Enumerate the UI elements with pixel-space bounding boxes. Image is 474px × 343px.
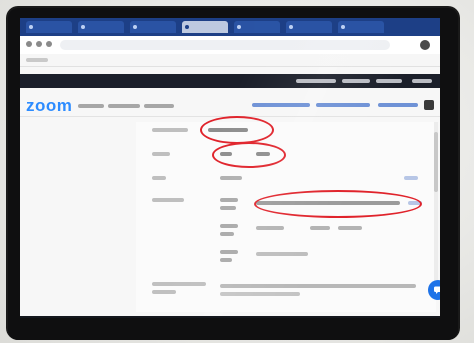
field-label [152, 198, 184, 202]
description-value [220, 292, 300, 296]
top-bar-link[interactable] [342, 79, 370, 83]
browser-tab[interactable] [26, 21, 72, 33]
field-value [256, 252, 308, 256]
breadcrumb [144, 104, 174, 108]
sub-label [220, 198, 238, 202]
bookmarks-bar [20, 54, 440, 67]
browser-tab-active[interactable] [182, 21, 228, 33]
sub-label [220, 232, 234, 236]
sub-label [220, 250, 238, 254]
photo: zoom [0, 0, 474, 343]
scrollbar[interactable] [434, 122, 438, 292]
annotation-circle [212, 142, 286, 168]
browser-tab[interactable] [78, 21, 124, 33]
browser-tab[interactable] [338, 21, 384, 33]
header-link[interactable] [316, 103, 370, 107]
field-value [256, 226, 284, 230]
browser-tab[interactable] [130, 21, 176, 33]
favicon-icon [133, 25, 137, 29]
field-label [152, 128, 188, 132]
favicon-icon [185, 25, 189, 29]
favicon-icon [341, 25, 345, 29]
header-link[interactable] [252, 103, 310, 107]
sub-label [220, 206, 236, 210]
favicon-icon [237, 25, 241, 29]
sub-label [220, 258, 232, 262]
scrollbar-thumb[interactable] [434, 132, 438, 192]
field-label [152, 152, 170, 156]
field-value [338, 226, 362, 230]
nav-buttons [26, 41, 52, 49]
zoom-top-bar [20, 74, 440, 88]
laptop-screen: zoom [20, 18, 440, 336]
header-link[interactable] [378, 103, 418, 107]
reload-icon[interactable] [46, 41, 52, 47]
browser-toolbar [20, 36, 440, 55]
profile-icon[interactable] [420, 40, 430, 50]
field-label [152, 282, 206, 286]
field-label [152, 290, 176, 294]
annotation-circle [254, 190, 422, 218]
address-bar[interactable] [60, 40, 390, 50]
sub-label [220, 224, 238, 228]
top-bar-link[interactable] [376, 79, 402, 83]
zoom-logo[interactable]: zoom [26, 96, 72, 116]
top-bar-link[interactable] [412, 79, 432, 83]
browser-tab[interactable] [286, 21, 332, 33]
edit-link[interactable] [404, 176, 418, 180]
recurring-value [220, 176, 242, 180]
breadcrumb[interactable] [78, 104, 104, 108]
browser-tab[interactable] [234, 21, 280, 33]
favicon-icon [289, 25, 293, 29]
favicon-icon [29, 25, 33, 29]
avatar[interactable] [424, 100, 434, 110]
field-label [152, 176, 166, 180]
laptop-bezel-bottom [8, 318, 458, 340]
annotation-circle [200, 116, 274, 144]
forward-icon[interactable] [36, 41, 42, 47]
favicon-icon [81, 25, 85, 29]
chat-glyph [434, 286, 440, 294]
breadcrumb[interactable] [108, 104, 140, 108]
field-value [310, 226, 330, 230]
description-value [220, 284, 416, 288]
browser-tab-strip [20, 18, 440, 36]
bookmark-item[interactable] [26, 58, 48, 62]
top-bar-link[interactable] [296, 79, 336, 83]
back-icon[interactable] [26, 41, 32, 47]
